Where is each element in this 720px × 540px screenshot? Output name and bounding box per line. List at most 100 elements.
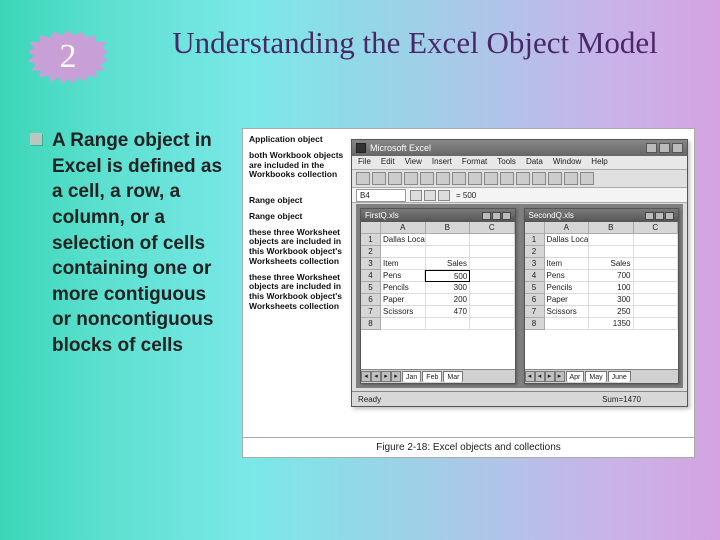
cell[interactable] <box>470 306 515 318</box>
row-header[interactable]: 8 <box>525 318 545 330</box>
col-header[interactable]: C <box>470 222 515 234</box>
row-header[interactable]: 3 <box>361 258 381 270</box>
cell[interactable]: Dallas Location <box>381 234 426 246</box>
cell[interactable] <box>426 318 471 330</box>
cell[interactable] <box>634 234 679 246</box>
toolbar-button[interactable] <box>436 172 450 185</box>
cell[interactable] <box>545 246 590 258</box>
cell[interactable]: Item <box>545 258 590 270</box>
wb-max[interactable] <box>655 212 664 220</box>
row-header[interactable]: 3 <box>525 258 545 270</box>
select-all[interactable] <box>525 222 545 234</box>
cell[interactable] <box>634 282 679 294</box>
select-all[interactable] <box>361 222 381 234</box>
row-header[interactable]: 1 <box>361 234 381 246</box>
sheet-tab[interactable]: Jan <box>402 371 421 382</box>
toolbar-button[interactable] <box>484 172 498 185</box>
row-header[interactable]: 5 <box>361 282 381 294</box>
col-header[interactable]: A <box>545 222 590 234</box>
cell[interactable] <box>634 294 679 306</box>
menu-edit[interactable]: Edit <box>381 157 395 168</box>
cell[interactable] <box>381 318 426 330</box>
wb-close[interactable] <box>502 212 511 220</box>
toolbar-button[interactable] <box>420 172 434 185</box>
cell[interactable] <box>634 258 679 270</box>
cell[interactable] <box>545 318 590 330</box>
cell[interactable] <box>470 246 515 258</box>
menu-insert[interactable]: Insert <box>432 157 452 168</box>
cell[interactable]: 700 <box>589 270 634 282</box>
cancel-icon[interactable] <box>410 190 422 201</box>
cell[interactable] <box>634 306 679 318</box>
row-header[interactable]: 7 <box>361 306 381 318</box>
toolbar-button[interactable] <box>516 172 530 185</box>
cell[interactable]: 100 <box>589 282 634 294</box>
toolbar-button[interactable] <box>452 172 466 185</box>
cell[interactable]: Pencils <box>381 282 426 294</box>
row-header[interactable]: 7 <box>525 306 545 318</box>
tab-nav-last[interactable]: ▸ <box>391 371 401 382</box>
toolbar-button[interactable] <box>548 172 562 185</box>
tab-nav-first[interactable]: ◂ <box>361 371 371 382</box>
sheet-tab[interactable]: May <box>585 371 606 382</box>
tab-nav-last[interactable]: ▸ <box>555 371 565 382</box>
row-header[interactable]: 2 <box>361 246 381 258</box>
cell[interactable]: Pens <box>381 270 425 282</box>
cell[interactable] <box>470 234 515 246</box>
cell[interactable] <box>589 234 634 246</box>
row-header[interactable]: 6 <box>525 294 545 306</box>
row-header[interactable]: 8 <box>361 318 381 330</box>
cell[interactable]: 1350 <box>589 318 634 330</box>
toolbar-button[interactable] <box>564 172 578 185</box>
menu-help[interactable]: Help <box>591 157 607 168</box>
col-header[interactable]: C <box>634 222 679 234</box>
menu-window[interactable]: Window <box>553 157 581 168</box>
toolbar-button[interactable] <box>372 172 386 185</box>
menu-tools[interactable]: Tools <box>497 157 516 168</box>
cell[interactable]: Sales <box>426 258 471 270</box>
cell[interactable]: 250 <box>589 306 634 318</box>
col-header[interactable]: B <box>426 222 471 234</box>
cell[interactable] <box>470 270 514 282</box>
cell[interactable] <box>426 234 471 246</box>
cell[interactable] <box>634 318 679 330</box>
cell[interactable] <box>470 318 515 330</box>
tab-nav-first[interactable]: ◂ <box>525 371 535 382</box>
wb-min[interactable] <box>482 212 491 220</box>
toolbar-button[interactable] <box>404 172 418 185</box>
formula-content[interactable]: = 500 <box>456 191 687 200</box>
cell[interactable]: 470 <box>426 306 471 318</box>
sheet-tab[interactable]: Mar <box>443 371 463 382</box>
row-header[interactable]: 1 <box>525 234 545 246</box>
row-header[interactable]: 2 <box>525 246 545 258</box>
maximize-button[interactable] <box>659 143 670 153</box>
cell[interactable]: 500 <box>425 270 470 282</box>
enter-icon[interactable] <box>424 190 436 201</box>
col-header[interactable]: A <box>381 222 426 234</box>
wb-close[interactable] <box>665 212 674 220</box>
cell[interactable] <box>634 270 679 282</box>
minimize-button[interactable] <box>646 143 657 153</box>
sheet-tab[interactable]: Apr <box>566 371 585 382</box>
cell[interactable]: Dallas Location <box>545 234 590 246</box>
wb-min[interactable] <box>645 212 654 220</box>
cell[interactable] <box>426 246 471 258</box>
cell[interactable]: 300 <box>589 294 634 306</box>
sheet-tab[interactable]: Feb <box>422 371 442 382</box>
cell[interactable]: Pencils <box>545 282 590 294</box>
cell[interactable] <box>381 246 426 258</box>
toolbar-button[interactable] <box>468 172 482 185</box>
menu-format[interactable]: Format <box>462 157 487 168</box>
cell[interactable] <box>470 294 515 306</box>
fx-icon[interactable] <box>438 190 450 201</box>
col-header[interactable]: B <box>589 222 634 234</box>
tab-nav-next[interactable]: ▸ <box>545 371 555 382</box>
cell[interactable] <box>589 246 634 258</box>
row-header[interactable]: 4 <box>525 270 545 282</box>
cell[interactable]: Sales <box>589 258 634 270</box>
cell[interactable]: Paper <box>381 294 426 306</box>
cell[interactable]: Scissors <box>381 306 426 318</box>
tab-nav-next[interactable]: ▸ <box>381 371 391 382</box>
menu-file[interactable]: File <box>358 157 371 168</box>
toolbar-button[interactable] <box>388 172 402 185</box>
